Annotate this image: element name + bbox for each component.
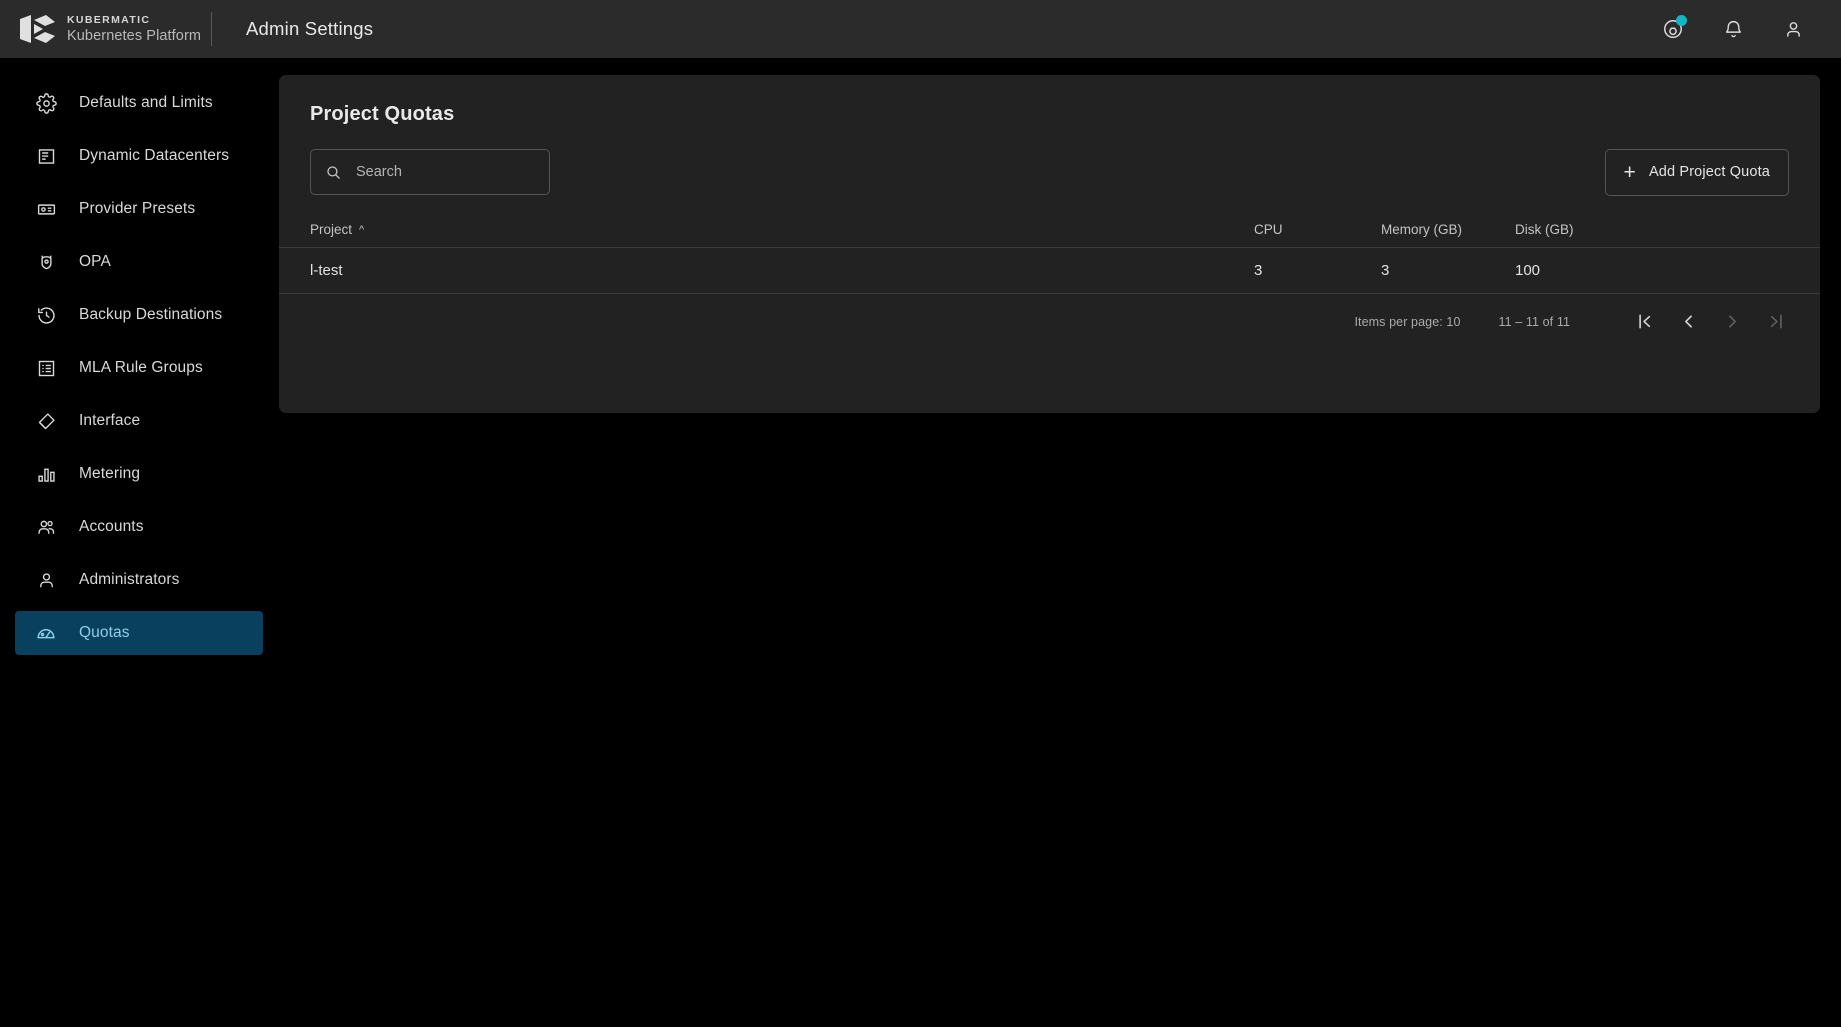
sidebar-item-accounts[interactable]: Accounts	[15, 505, 263, 549]
sidebar-item-backup-destinations[interactable]: Backup Destinations	[15, 293, 263, 337]
sidebar-item-label: Provider Presets	[79, 200, 195, 218]
topbar-divider	[211, 12, 212, 46]
add-project-quota-button[interactable]: + Add Project Quota	[1605, 149, 1789, 196]
last-page-icon	[1766, 311, 1787, 332]
table-header-row: Project ^ CPU Memory (GB) Disk (GB)	[279, 213, 1820, 247]
sidebar-item-quotas[interactable]: Quotas	[15, 611, 263, 655]
cell-disk: 100	[1515, 247, 1820, 293]
sidebar-item-dynamic-datacenters[interactable]: Dynamic Datacenters	[15, 134, 263, 178]
brand-logo[interactable]: KUBERMATIC Kubernetes Platform	[0, 14, 205, 45]
shield-icon	[35, 251, 57, 273]
first-page-icon	[1634, 311, 1655, 332]
sidebar-item-label: Administrators	[79, 571, 179, 589]
user-icon	[1783, 19, 1804, 40]
sidebar-item-label: OPA	[79, 253, 111, 271]
chevron-up-icon: ^	[359, 224, 364, 236]
topbar-actions	[1656, 12, 1841, 46]
sidebar-item-provider-presets[interactable]: Provider Presets	[15, 187, 263, 231]
chevron-left-icon	[1678, 311, 1699, 332]
sidebar-item-label: Defaults and Limits	[79, 94, 213, 112]
sidebar-item-defaults-and-limits[interactable]: Defaults and Limits	[15, 81, 263, 125]
bar-chart-icon	[35, 463, 57, 485]
search-box[interactable]	[310, 149, 550, 195]
bell-icon	[1723, 19, 1744, 40]
sidebar-item-opa[interactable]: OPA	[15, 240, 263, 284]
last-page-button[interactable]	[1754, 300, 1798, 344]
card-icon	[35, 198, 57, 220]
top-bar: KUBERMATIC Kubernetes Platform Admin Set…	[0, 0, 1841, 58]
project-quotas-card: Project Quotas + Add Project Quota Proje…	[279, 75, 1820, 413]
page-title: Admin Settings	[246, 18, 373, 40]
sidebar-item-mla-rule-groups[interactable]: MLA Rule Groups	[15, 346, 263, 390]
cell-memory: 3	[1381, 247, 1515, 293]
sidebar-item-metering[interactable]: Metering	[15, 452, 263, 496]
cell-cpu: 3	[1254, 247, 1381, 293]
brush-icon	[35, 410, 57, 432]
chevron-right-icon	[1722, 311, 1743, 332]
plus-icon: +	[1624, 162, 1636, 183]
gauge-icon	[35, 622, 57, 644]
sidebar-item-interface[interactable]: Interface	[15, 399, 263, 443]
sidebar-item-label: Quotas	[79, 624, 130, 642]
history-icon	[35, 304, 57, 326]
gear-icon	[35, 92, 57, 114]
sidebar-item-label: Metering	[79, 465, 140, 483]
column-header-project-label: Project	[310, 222, 352, 237]
sidebar-item-label: MLA Rule Groups	[79, 359, 203, 377]
search-input[interactable]	[356, 164, 526, 180]
previous-page-button[interactable]	[1666, 300, 1710, 344]
sidebar-item-label: Interface	[79, 412, 140, 430]
column-header-memory[interactable]: Memory (GB)	[1381, 213, 1515, 247]
project-quotas-table: Project ^ CPU Memory (GB) Disk (GB) l-tes…	[279, 213, 1820, 294]
sidebar-item-administrators[interactable]: Administrators	[15, 558, 263, 602]
table-head: Project ^ CPU Memory (GB) Disk (GB)	[279, 213, 1820, 247]
card-title: Project Quotas	[279, 75, 1820, 126]
add-project-quota-label: Add Project Quota	[1649, 164, 1770, 180]
column-header-project[interactable]: Project ^	[279, 213, 1254, 247]
sidebar-item-label: Accounts	[79, 518, 144, 536]
items-per-page-label[interactable]: Items per page: 10	[1354, 315, 1460, 329]
sidebar-item-label: Dynamic Datacenters	[79, 147, 229, 165]
table-body: l-test 3 3 100	[279, 247, 1820, 293]
datacenter-icon	[35, 145, 57, 167]
first-page-button[interactable]	[1622, 300, 1666, 344]
people-icon	[35, 516, 57, 538]
column-header-cpu[interactable]: CPU	[1254, 213, 1381, 247]
notification-badge	[1676, 15, 1687, 26]
paginator: Items per page: 10 11 – 11 of 11	[279, 294, 1820, 350]
page-range-label: 11 – 11 of 11	[1499, 315, 1571, 329]
logo-title: KUBERMATIC	[67, 14, 201, 27]
cell-project: l-test	[279, 247, 1254, 293]
user-menu-button[interactable]	[1776, 12, 1810, 46]
sidebar-item-label: Backup Destinations	[79, 306, 222, 324]
column-header-disk[interactable]: Disk (GB)	[1515, 213, 1820, 247]
search-icon	[325, 164, 342, 181]
list-icon	[35, 357, 57, 379]
help-button[interactable]	[1656, 12, 1690, 46]
kubermatic-logo-icon	[18, 15, 56, 43]
toolbar: + Add Project Quota	[279, 149, 1820, 195]
sidebar: Defaults and Limits Dynamic Datacenters …	[0, 58, 279, 1027]
table-row[interactable]: l-test 3 3 100	[279, 247, 1820, 293]
person-icon	[35, 569, 57, 591]
logo-subtitle: Kubernetes Platform	[67, 27, 201, 45]
notifications-button[interactable]	[1716, 12, 1750, 46]
next-page-button[interactable]	[1710, 300, 1754, 344]
